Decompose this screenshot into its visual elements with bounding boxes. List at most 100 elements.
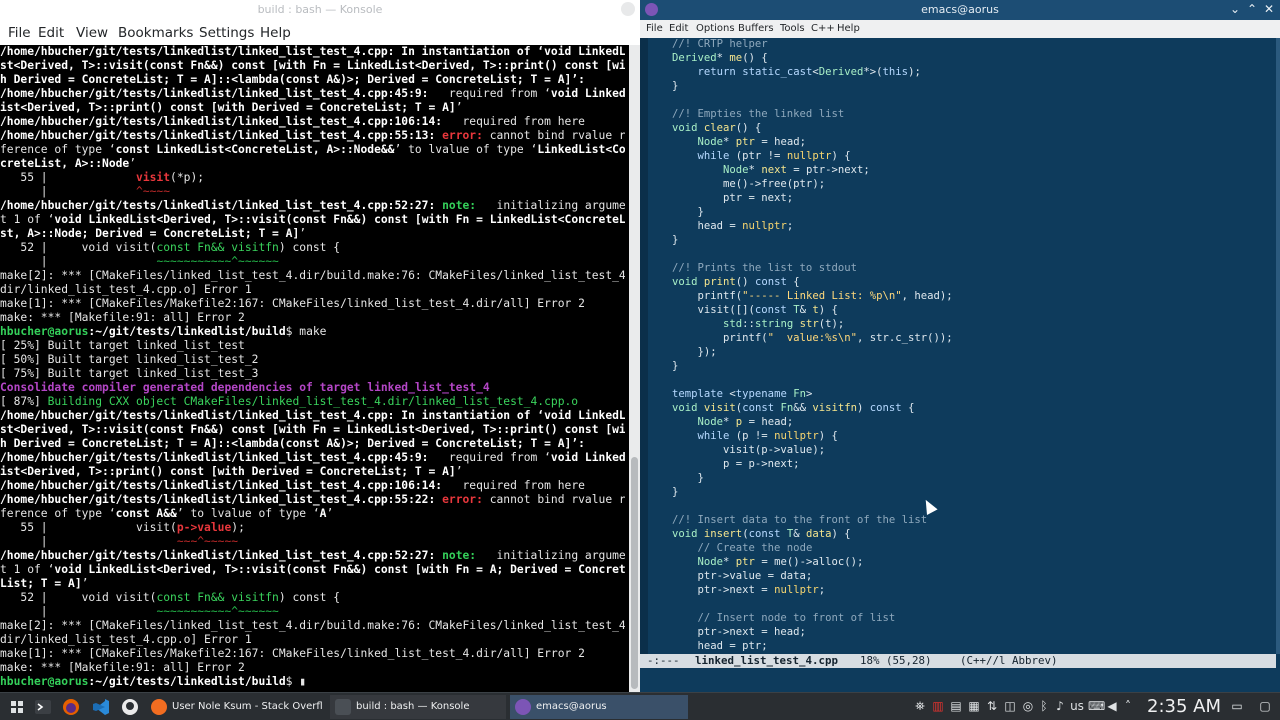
konsole-menu-view[interactable]: View [76,25,108,41]
code-text: printf( [672,332,768,344]
terminal-text: /home/hbucher/git/tests/linkedlist/linke… [0,493,443,506]
code-text: () { [735,122,762,134]
terminal-text: error: [442,493,483,506]
terminal-text: 55 | visit( [0,521,177,534]
vault-icon[interactable]: ◫ [1002,698,1018,714]
terminal-text: | [0,185,137,198]
keyboard-layout[interactable]: us [1068,698,1086,714]
konsole-menu-settings[interactable]: Settings [199,25,254,41]
code-text: (p != [729,430,775,442]
tray-expand-icon[interactable]: ˄ [1120,698,1136,714]
code-line: //! CRTP helper [672,38,1272,51]
emacs-menu-cpp[interactable]: C++ [811,23,835,34]
terminal-text: LinkedList<Con [537,143,625,156]
code-text: // Create the node [697,542,813,554]
code-line: visit(p->value); [672,443,1272,457]
terminal-text: /home/hbucher/git/tests/linkedlist/linke… [0,409,625,422]
konsole-menu-file[interactable]: File [8,25,31,41]
app-launcher-icon[interactable] [8,698,26,716]
taskbar: User Nole Ksum - Stack Overflow ... buil… [0,692,1280,720]
volume-icon[interactable]: ♪ [1052,698,1068,714]
emacs-titlebar[interactable]: emacs@aorus ⌄ ⌃ ✕ [640,0,1280,20]
task-firefox[interactable]: User Nole Ksum - Stack Overflow ... [146,695,322,719]
terminal-line: 52 | void visit(const Fn&& visitfn) cons… [0,241,625,255]
code-line: }); [672,345,1272,359]
task-konsole[interactable]: build : bash — Konsole [330,695,506,719]
code-text: me [729,52,743,64]
code-text: nullptr [774,584,819,596]
device-icon[interactable]: ▦ [966,698,982,714]
code-text: while [697,150,730,162]
konsole-menu-edit[interactable]: Edit [38,25,64,41]
code-text: ptr->value = data; [672,570,813,582]
code-line: Node* next = ptr->next; [672,163,1272,177]
konsole-menu-bookmarks[interactable]: Bookmarks [118,25,193,41]
konsole-icon [335,699,351,715]
speaker-icon[interactable]: ◀ [1104,698,1120,714]
code-editor[interactable]: //! CRTP helper Derived* me() { return st… [640,38,1276,654]
updates-icon[interactable]: ◎ [1020,698,1036,714]
terminal-text: $ make [285,325,327,338]
konsole-menu-help[interactable]: Help [260,25,291,41]
terminal-line: /home/hbucher/git/tests/linkedlist/linke… [0,451,625,465]
maximize-icon[interactable]: ⌃ [1247,2,1257,16]
terminal-scrollbar-thumb[interactable] [631,457,638,689]
close-icon[interactable]: ✕ [1264,2,1274,16]
show-desktop-icon[interactable]: ▭ [1228,698,1246,714]
bluetooth-icon[interactable]: ᛒ [1036,698,1052,714]
code-text: string [754,318,794,330]
emacs-menu-buffers[interactable]: Buffers [738,23,774,34]
terminal-text: creteList, A>::Node [0,157,130,170]
terminal-text: h Derived = ConcreteList; T = A]::<lambd… [0,437,585,450]
terminal-text: required from ‘ [428,87,551,100]
code-text: while [697,430,730,442]
modeline-buffer-name[interactable]: linked_list_test_4.cpp [695,654,838,668]
konsole-close-icon[interactable] [621,2,635,16]
code-text: void [672,402,698,414]
emacs-echo-area[interactable] [640,668,1280,692]
emacs-menu-edit[interactable]: Edit [669,23,688,34]
firefox-launcher-icon[interactable] [62,698,80,716]
terminal-line: 52 | void visit(const Fn&& visitfn) cons… [0,591,625,605]
task-emacs[interactable]: emacs@aorus [510,695,688,719]
clock[interactable]: 2:35 AM [1136,693,1232,720]
emacs-scrollbar[interactable] [1276,38,1280,654]
code-text: } [672,472,704,484]
terminal-text: make[1]: *** [CMakeFiles/Makefile2:167: … [0,647,585,660]
terminal-text: dir/linked_list_test_4.cpp.o] Error 1 [0,633,252,646]
minimize-icon[interactable]: ⌄ [1230,2,1240,16]
emacs-menu-file[interactable]: File [646,23,663,34]
emacs-menu-options[interactable]: Options [696,23,735,34]
code-line: head = ptr; [672,639,1272,653]
terminal-text: st, A>::Node; Derived = ConcreteList; T … [0,227,300,240]
code-text: Node [723,164,749,176]
modeline-modes[interactable]: (C++//l Abbrev) [960,654,1058,668]
terminal-output[interactable]: /home/hbucher/git/tests/linkedlist/linke… [0,45,629,692]
konsole-titlebar[interactable]: build : bash — Konsole [0,0,640,20]
vscode-launcher-icon[interactable] [92,698,110,716]
code-line: head = nullptr; [672,219,1272,233]
code-line: ptr->next = nullptr; [672,583,1272,597]
app-indicator-icon[interactable]: ▥ [930,698,946,714]
code-text: void [672,528,698,540]
terminal-line: | ~~~~~~~~~~~^~~~~~~ [0,255,625,269]
terminal-text: hbucher@aorus [0,325,89,338]
terminal-line: t 1 of ‘void LinkedList<Derived, T>::vis… [0,563,625,577]
terminal-text: ’ [455,101,463,114]
code-text: void [672,276,698,288]
network-icon[interactable]: ⇅ [984,698,1000,714]
emacs-menu-tools[interactable]: Tools [780,23,805,34]
terminal-launcher-icon[interactable] [34,698,52,716]
github-launcher-icon[interactable] [121,698,139,716]
activities-icon[interactable]: ⛯ [912,698,928,714]
keyboard-icon[interactable]: ⌨ [1088,698,1105,714]
code-line: } [672,485,1272,499]
code-text: nullptr [786,150,832,162]
terminal-scrollbar[interactable] [629,45,640,692]
code-text: Fn [780,402,794,414]
terminal-text: ) const { [278,241,341,254]
desktop-peek-icon[interactable]: ▢ [1256,698,1274,714]
clipboard-icon[interactable]: ▤ [948,698,964,714]
code-text: " value:%s\n" [767,332,857,344]
emacs-menu-help[interactable]: Help [837,23,860,34]
